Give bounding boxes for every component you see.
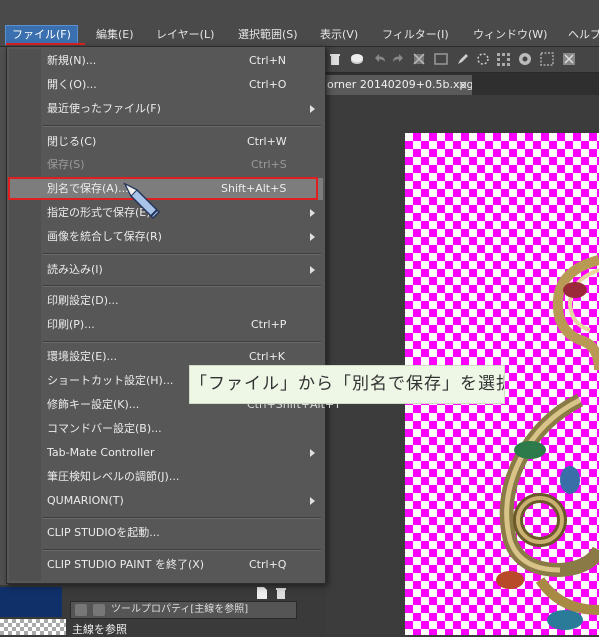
redo-icon[interactable] <box>391 51 407 67</box>
highlight-box <box>8 177 318 200</box>
undo-icon[interactable] <box>371 51 387 67</box>
menu-item-label: Tab-Mate Controller <box>47 446 155 459</box>
new-page-icon[interactable] <box>255 586 269 600</box>
menu-edit[interactable]: 編集(E) <box>96 26 134 44</box>
menu-item-shortcut: Ctrl+N <box>249 54 287 67</box>
menu-file-underline <box>6 43 85 45</box>
disc-icon[interactable] <box>349 51 365 67</box>
layer-thumbnail <box>0 619 66 635</box>
menubar: ファイル(F) 編集(E) レイヤー(L) 選択範囲(S) 表示(V) フィルタ… <box>0 0 599 47</box>
menu-file[interactable]: ファイル(F) <box>5 25 78 45</box>
select-all-icon[interactable] <box>539 51 555 67</box>
submenu-arrow-icon <box>310 209 315 217</box>
menu-filter[interactable]: フィルター(I) <box>382 26 449 44</box>
color-swatch[interactable] <box>0 587 62 617</box>
submenu-arrow-icon <box>310 233 315 241</box>
document-tab-title: orner 20140209+0.5b.xpg <box>327 78 472 91</box>
menu-help[interactable]: ヘルプ <box>568 26 599 44</box>
menu-item-label: 開く(O)... <box>47 78 97 91</box>
menu-item-label: 保存(S) <box>47 158 85 171</box>
trash-icon[interactable] <box>274 586 288 600</box>
instruction-annotation: 「ファイル」から「別名で保存」を選択 <box>189 365 505 404</box>
gear-icon <box>93 604 105 616</box>
menu-item-close[interactable]: 閉じる(C) Ctrl+W <box>9 131 323 153</box>
gear-icon[interactable] <box>517 51 533 67</box>
layer-icon[interactable] <box>433 51 449 67</box>
menu-item-label: 画像を統合して保存(R) <box>47 230 162 243</box>
trash-icon[interactable] <box>327 51 343 67</box>
deselect-icon[interactable] <box>561 51 577 67</box>
lasso-icon[interactable] <box>475 51 491 67</box>
menu-item-new[interactable]: 新規(N)... Ctrl+N <box>9 50 323 72</box>
command-bar <box>325 47 599 73</box>
menu-item-label: ショートカット設定(H)... <box>47 374 174 387</box>
submenu-arrow-icon <box>310 266 315 274</box>
menu-item-pressure-adjust[interactable]: 筆圧検知レベルの調節(J)... <box>9 466 323 488</box>
menu-item-shortcut: Ctrl+P <box>251 318 287 331</box>
menu-item-print-setup[interactable]: 印刷設定(D)... <box>9 290 323 312</box>
close-icon[interactable]: × <box>458 75 468 95</box>
menu-item-print[interactable]: 印刷(P)... Ctrl+P <box>9 314 323 336</box>
document-tab-strip: orner 20140209+0.5b.xpg × <box>325 73 599 95</box>
menu-item-shortcut: Ctrl+S <box>251 158 287 171</box>
menu-item-label: 印刷(P)... <box>47 318 95 331</box>
menu-item-label: 閉じる(C) <box>47 135 97 148</box>
menu-item-exit[interactable]: CLIP STUDIO PAINT を終了(X) Ctrl+Q <box>9 554 323 576</box>
menu-separator <box>43 549 321 551</box>
menu-item-label: 印刷設定(D)... <box>47 294 119 307</box>
document-tab[interactable]: orner 20140209+0.5b.xpg × <box>325 75 472 95</box>
menu-item-recent-files[interactable]: 最近使ったファイル(F) <box>9 98 323 120</box>
menu-item-label: 環境設定(E)... <box>47 350 118 363</box>
menu-item-label: コマンドバー設定(B)... <box>47 422 162 435</box>
menu-item-label: 筆圧検知レベルの調節(J)... <box>47 470 180 483</box>
ornament-artwork <box>496 255 599 630</box>
menu-item-command-bar-settings[interactable]: コマンドバー設定(B)... <box>9 418 323 440</box>
menu-item-label: 新規(N)... <box>47 54 97 67</box>
menu-item-tab-mate-controller[interactable]: Tab-Mate Controller <box>9 442 323 464</box>
ornament-scroll <box>496 255 599 630</box>
menu-separator <box>43 125 321 127</box>
menu-item-label: 修飾キー設定(K)... <box>47 398 140 411</box>
menu-item-save[interactable]: 保存(S) Ctrl+S <box>9 154 323 176</box>
file-menu: 新規(N)... Ctrl+N 開く(O)... Ctrl+O 最近使ったファイ… <box>6 46 326 584</box>
menu-item-shortcut: Ctrl+W <box>247 135 287 148</box>
menu-separator <box>43 341 321 343</box>
pen-icon[interactable] <box>455 51 471 67</box>
menu-item-import[interactable]: 読み込み(I) <box>9 259 323 281</box>
menu-item-label: CLIP STUDIO PAINT を終了(X) <box>47 558 205 571</box>
menu-separator <box>43 285 321 287</box>
tool-property-tab[interactable]: ツールプロパティ[主線を参照] <box>70 601 297 619</box>
submenu-arrow-icon <box>310 497 315 505</box>
menu-item-label: 最近使ったファイル(F) <box>47 102 161 115</box>
submenu-arrow-icon <box>310 449 315 457</box>
grid-icon[interactable] <box>495 51 511 67</box>
menu-item-launch-clip-studio[interactable]: CLIP STUDIOを起動... <box>9 522 323 544</box>
menu-separator <box>43 253 321 255</box>
menu-item-export[interactable]: 指定の形式で保存(E) <box>9 202 323 224</box>
menu-selection[interactable]: 選択範囲(S) <box>238 26 298 44</box>
menu-separator <box>43 517 321 519</box>
menu-item-label: QUMARION(T) <box>47 494 124 507</box>
menu-view[interactable]: 表示(V) <box>320 26 358 44</box>
list-icon <box>75 604 87 616</box>
menu-layer[interactable]: レイヤー(L) <box>156 26 214 44</box>
menu-item-open[interactable]: 開く(O)... Ctrl+O <box>9 74 323 96</box>
pen-cursor-icon <box>123 182 161 220</box>
menu-item-label: 読み込み(I) <box>47 263 103 276</box>
menu-item-shortcut: Ctrl+Q <box>249 558 287 571</box>
submenu-arrow-icon <box>310 105 315 113</box>
clear-icon[interactable] <box>411 51 427 67</box>
menu-item-label: CLIP STUDIOを起動... <box>47 526 160 539</box>
menu-item-save-flattened[interactable]: 画像を統合して保存(R) <box>9 226 323 248</box>
menu-item-shortcut: Ctrl+O <box>249 78 287 91</box>
menu-item-qumarion[interactable]: QUMARION(T) <box>9 490 323 512</box>
tool-property-tab-label: ツールプロパティ[主線を参照] <box>111 604 249 615</box>
menu-window[interactable]: ウィンドウ(W) <box>473 26 547 44</box>
